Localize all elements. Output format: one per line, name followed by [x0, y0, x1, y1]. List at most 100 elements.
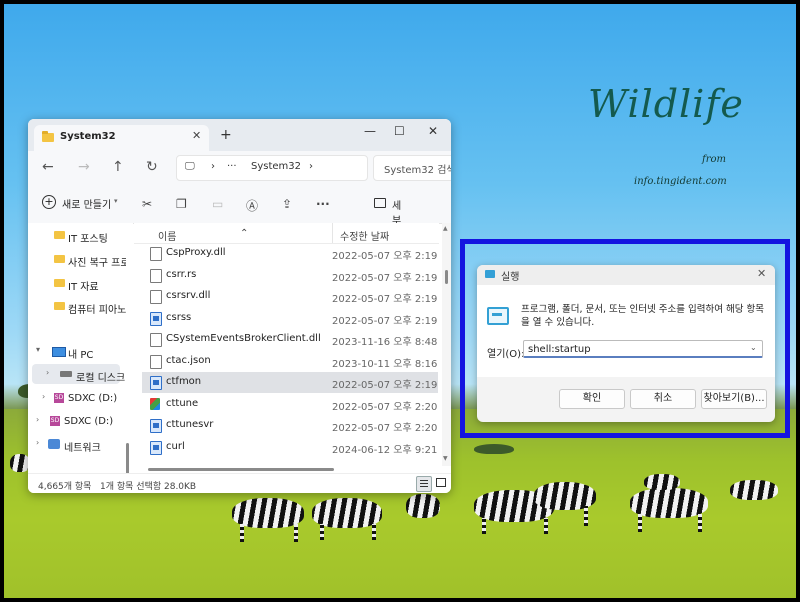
plus-icon: + — [42, 195, 56, 209]
nav-item-network[interactable]: › 네트워크 — [28, 434, 123, 454]
chevron-down-icon[interactable]: ⌄ — [750, 343, 757, 352]
back-arrow-icon[interactable]: ← — [42, 159, 54, 175]
open-input-value: shell:startup — [528, 344, 591, 355]
browse-button[interactable]: 찾아보기(B)... — [701, 389, 767, 409]
nav-item-label: IT 포스팅 — [68, 234, 108, 245]
new-tab-icon[interactable]: + — [220, 127, 232, 143]
new-button[interactable]: + 새로 만들기 ▾ — [42, 195, 128, 213]
file-date: 2023-10-11 오후 8:16 — [332, 358, 438, 370]
chevron-right-icon[interactable]: › — [42, 392, 45, 401]
item-count: 4,665개 항목 — [38, 482, 92, 492]
table-row[interactable]: ctac.json 2023-10-11 오후 8:16 — [142, 351, 438, 372]
scrollbar-thumb[interactable] — [445, 270, 448, 284]
zebra-leg — [638, 514, 642, 532]
details-view-button[interactable] — [416, 476, 432, 492]
horizontal-scrollbar[interactable] — [142, 466, 432, 472]
cut-icon[interactable]: ✂ — [142, 197, 152, 211]
chevron-down-icon: ▾ — [114, 197, 118, 205]
network-icon — [48, 439, 60, 449]
exe-icon — [150, 419, 162, 433]
table-row[interactable]: csrsrv.dll 2022-05-07 오후 2:19 — [142, 286, 438, 307]
table-row[interactable]: cttunesvr 2022-05-07 오후 2:20 — [142, 415, 438, 436]
nav-item-label: 네트워크 — [64, 443, 101, 454]
chevron-right-icon[interactable]: › — [46, 368, 49, 377]
nav-item-label: SDXC (D:) — [68, 393, 118, 404]
close-icon[interactable]: ✕ — [757, 267, 766, 280]
scrollbar-thumb[interactable] — [148, 468, 334, 471]
vertical-scrollbar[interactable]: ▲ ▼ — [442, 223, 451, 466]
chevron-down-icon[interactable]: ▾ — [36, 345, 40, 354]
ok-button[interactable]: 확인 — [559, 389, 625, 409]
column-date[interactable]: 수정한 날짜 — [340, 228, 389, 243]
table-row[interactable]: ctfmon 2022-05-07 오후 2:19 — [142, 372, 438, 393]
status-bar: 4,665개 항목 1개 항목 선택함 28.0KB — [28, 473, 451, 493]
minimize-icon[interactable]: — — [364, 124, 376, 138]
copy-icon[interactable]: ❐ — [176, 197, 187, 211]
scroll-up-icon[interactable]: ▲ — [443, 225, 448, 232]
folder-icon — [54, 231, 65, 239]
file-date: 2022-05-07 오후 2:19 — [332, 294, 438, 305]
nav-item-computer-piano[interactable]: 컴퓨터 피아노 — [28, 296, 126, 316]
tab-title: System32 — [60, 131, 116, 142]
exe-icon — [150, 311, 162, 326]
tiles-view-button[interactable] — [434, 476, 448, 490]
breadcrumb-more[interactable]: ··· — [227, 161, 237, 172]
tab-system32[interactable]: System32 ✕ — [34, 125, 209, 151]
table-row[interactable]: cttune 2022-05-07 오후 2:20 — [142, 394, 438, 415]
sd-card-icon: SD — [50, 416, 60, 426]
share-icon[interactable]: ⇪ — [282, 197, 292, 211]
nav-item-photo-recovery[interactable]: 사진 복구 프로그램 — [28, 249, 126, 269]
file-name: csrss — [166, 311, 192, 323]
nav-item-local-disk[interactable]: › 로컬 디스크 — [32, 364, 125, 384]
search-input[interactable]: System32 검색 — [373, 155, 451, 181]
nav-item-sdxc-2[interactable]: › SD SDXC (D:) — [28, 411, 123, 431]
cttune-icon — [150, 397, 160, 410]
tiles-view-icon — [436, 478, 446, 487]
zebra-image — [644, 474, 680, 490]
wallpaper-title: Wildlife — [588, 82, 744, 126]
table-row[interactable]: curl 2024-06-12 오후 9:21 — [142, 437, 438, 458]
maximize-icon[interactable]: ☐ — [394, 124, 405, 138]
cancel-button[interactable]: 취소 — [630, 389, 696, 409]
scroll-down-icon[interactable]: ▼ — [443, 455, 448, 462]
forward-arrow-icon[interactable]: → — [78, 159, 90, 175]
table-row[interactable]: CSystemEventsBrokerClient.dll 2023-11-16 … — [142, 329, 438, 350]
exe-icon — [150, 376, 162, 390]
chevron-right-icon[interactable]: › — [36, 438, 39, 447]
refresh-icon[interactable]: ↻ — [146, 159, 158, 175]
rename-icon[interactable]: Ⓐ — [246, 197, 258, 214]
open-input[interactable]: shell:startup ⌄ — [523, 340, 763, 358]
file-icon — [150, 354, 162, 369]
nav-item-sdxc-1[interactable]: › SD SDXC (D:) — [28, 388, 123, 408]
run-dialog: 실행 ✕ 프로그램, 폴더, 문서, 또는 인터넷 주소를 입력하여 해당 항목… — [477, 265, 775, 422]
file-name: ctfmon — [166, 376, 202, 387]
column-divider[interactable] — [332, 223, 333, 243]
folder-icon — [54, 302, 65, 310]
run-titlebar: 실행 ✕ — [477, 265, 775, 285]
table-row[interactable]: csrss 2022-05-07 오후 2:19 — [142, 308, 438, 329]
nav-item-label: 사진 복구 프로그램 — [68, 258, 126, 269]
nav-item-it-resources[interactable]: IT 자료 — [28, 273, 123, 293]
wallpaper-site: info.tingident.com — [634, 176, 727, 187]
paste-icon[interactable]: ▭ — [212, 197, 223, 211]
column-name[interactable]: 이름 — [158, 228, 176, 243]
file-name: curl — [166, 440, 185, 452]
nav-item-my-pc[interactable]: ▾ 내 PC — [28, 341, 123, 361]
more-options-icon[interactable]: ··· — [316, 197, 330, 211]
file-date: 2022-05-07 오후 2:19 — [332, 380, 438, 391]
table-row[interactable]: csrr.rs 2022-05-07 오후 2:19 — [142, 265, 438, 286]
table-row[interactable]: CspProxy.dll 2022-05-07 오후 2:19 — [142, 243, 438, 264]
tab-close-icon[interactable]: ✕ — [192, 129, 201, 142]
sort-caret-icon: ⌃ — [240, 228, 249, 239]
chevron-right-icon[interactable]: › — [36, 415, 39, 424]
zebra-leg — [294, 524, 298, 542]
file-icon — [150, 247, 162, 261]
zebra-image — [406, 494, 440, 518]
chevron-right-icon: › — [211, 161, 215, 172]
file-name: CspProxy.dll — [166, 247, 226, 258]
close-icon[interactable]: ✕ — [428, 124, 438, 138]
nav-item-it-posting[interactable]: IT 포스팅 — [28, 225, 123, 245]
up-arrow-icon[interactable]: ↑ — [112, 159, 124, 175]
breadcrumb-system32[interactable]: System32 — [251, 161, 301, 172]
address-bar[interactable]: 🖵 › ··· System32 › — [176, 155, 368, 181]
